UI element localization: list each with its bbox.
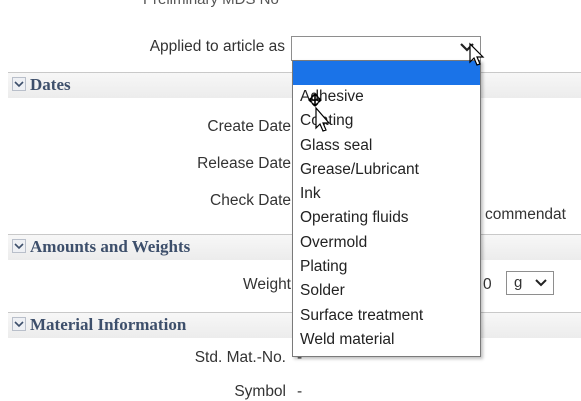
applied-to-article-select[interactable] [291,36,481,61]
applied-to-article-label: Applied to article as [149,38,285,55]
section-dates-title: Dates [30,75,71,94]
dropdown-option-empty-selected[interactable] [293,61,480,85]
section-material-title: Material Information [30,315,187,334]
section-amounts-title: Amounts and Weights [30,237,191,256]
std-mat-no-label: Std. Mat.-No. [194,349,286,366]
check-date-value: commendat [485,206,566,223]
dropdown-option-plating[interactable]: Plating [293,255,480,279]
collapse-chevron-icon [12,77,26,91]
check-date-label: Check Date [210,192,291,209]
symbol-label: Symbol [234,383,286,400]
dropdown-option-overmold[interactable]: Overmold [293,231,480,255]
preliminary-mds-label: Preliminary MDS No [143,0,279,8]
dropdown-option-glass-seal[interactable]: Glass seal [293,134,480,158]
dropdown-option-solder[interactable]: Solder [293,279,480,303]
collapse-chevron-icon [12,239,26,253]
chevron-down-icon [535,279,547,287]
release-date-label: Release Date [197,155,291,172]
dropdown-option-grease-lubricant[interactable]: Grease/Lubricant [293,158,480,182]
dropdown-option-weld-material[interactable]: Weld material [293,328,480,352]
move-cursor-icon [308,93,331,132]
collapse-chevron-icon [12,317,26,331]
symbol-value: - [297,383,303,400]
create-date-label: Create Date [207,118,291,135]
weight-unit-value: g [514,274,523,291]
dropdown-option-operating-fluids[interactable]: Operating fluids [293,206,480,230]
weight-unit-select[interactable]: g [506,271,554,295]
dropdown-option-surface-treatment[interactable]: Surface treatment [293,304,480,328]
weight-label: Weight [243,276,291,293]
dropdown-option-ink[interactable]: Ink [293,182,480,206]
weight-value[interactable]: 0 [483,276,492,294]
arrow-cursor-icon [469,42,485,66]
